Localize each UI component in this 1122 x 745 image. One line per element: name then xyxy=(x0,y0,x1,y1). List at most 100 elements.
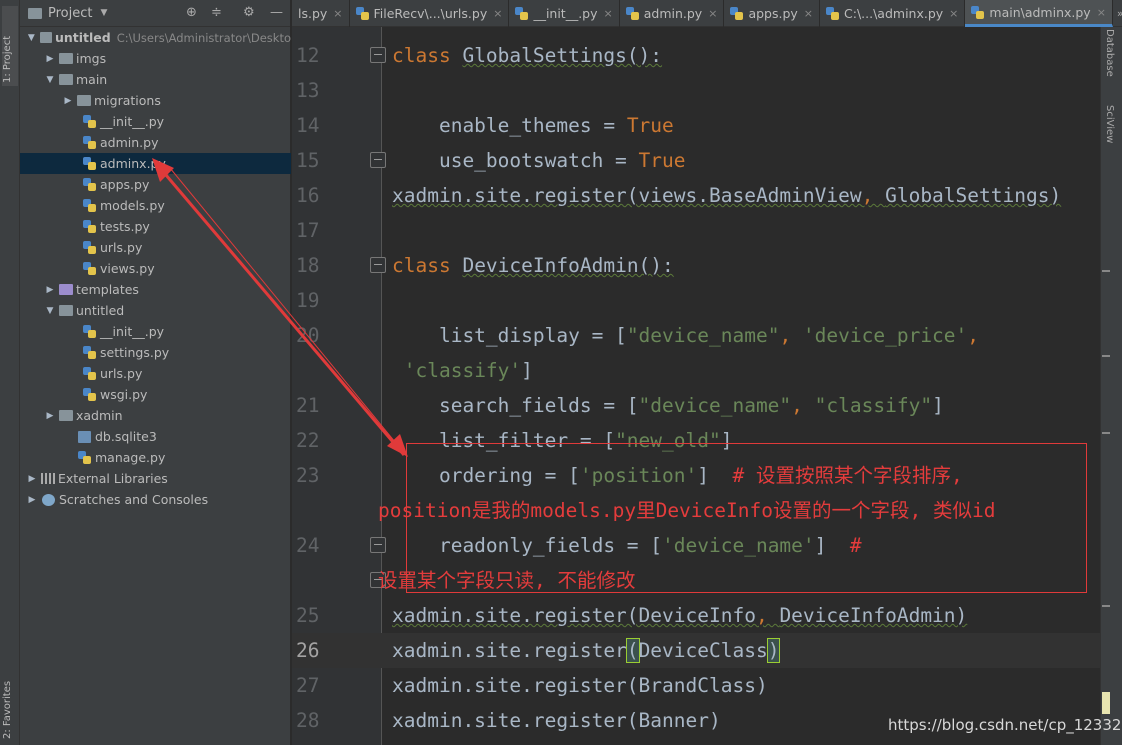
left-tool-strip: 1: Project 2: Favorites xyxy=(0,0,20,745)
code-line[interactable]: 16 xadmin.site.register(views.BaseAdminVi… xyxy=(292,178,1100,213)
tree-item[interactable]: ▼ main xyxy=(20,69,291,90)
tree-item[interactable]: ▶ migrations xyxy=(20,90,291,111)
code-line[interactable]: 15 use_bootswatch = True xyxy=(292,143,1100,178)
line-number: 14 xyxy=(296,114,320,137)
code-line[interactable]: 21 search_fields = ["device_name", "clas… xyxy=(292,388,1100,423)
code-line[interactable]: position是我的models.py里DeviceInfo设置的一个字段, … xyxy=(292,493,1100,528)
editor-tab[interactable]: admin.py × xyxy=(620,0,725,27)
code-line[interactable]: 18 class DeviceInfoAdmin(): xyxy=(292,248,1100,283)
tree-item[interactable]: urls.py xyxy=(20,363,291,384)
expanded-arrow-icon[interactable]: ▼ xyxy=(44,306,56,316)
project-panel-title[interactable]: Project xyxy=(48,6,92,21)
code-line[interactable]: 27 xadmin.site.register(BrandClass) xyxy=(292,668,1100,703)
code-line[interactable]: 23 ordering = ['position'] # 设置按照某个字段排序, xyxy=(292,458,1100,493)
fold-marker-icon[interactable] xyxy=(370,257,386,273)
close-tab-icon[interactable]: × xyxy=(708,7,717,20)
tree-item[interactable]: ▶ imgs xyxy=(20,48,291,69)
tree-item[interactable]: adminx.py xyxy=(20,153,291,174)
tree-item[interactable]: tests.py xyxy=(20,216,291,237)
tree-item[interactable]: views.py xyxy=(20,258,291,279)
tree-item-label: wsgi.py xyxy=(100,387,148,402)
code-line[interactable]: 'classify'] xyxy=(292,353,1100,388)
tree-item[interactable]: wsgi.py xyxy=(20,384,291,405)
python-file-icon xyxy=(83,367,96,380)
line-number: 16 xyxy=(296,184,320,207)
code-text: list_filter = ["new_old"] xyxy=(392,429,733,452)
gear-icon[interactable]: ⚙ xyxy=(243,5,255,20)
code-line[interactable]: 22 list_filter = ["new_old"] xyxy=(292,423,1100,458)
code-text: use_bootswatch = True xyxy=(392,149,686,172)
code-line[interactable]: 设置某个字段只读, 不能修改 xyxy=(292,563,1100,598)
code-line[interactable]: 17 xyxy=(292,213,1100,248)
editor-tab[interactable]: C:\...\adminx.py × xyxy=(820,0,966,27)
tree-item[interactable]: ▶ templates xyxy=(20,279,291,300)
code-line[interactable]: 13 xyxy=(292,73,1100,108)
expanded-arrow-icon[interactable]: ▼ xyxy=(26,33,37,43)
hide-panel-icon[interactable]: — xyxy=(270,5,283,20)
python-file-icon xyxy=(355,7,369,20)
fold-marker-icon[interactable] xyxy=(370,537,386,553)
editor-scrollbar[interactable] xyxy=(1100,27,1112,745)
tree-item[interactable]: ▼ untitled C:\Users\Administrator\Deskto xyxy=(20,27,291,48)
tree-item-label: models.py xyxy=(100,198,165,213)
code-line[interactable]: 24 readonly_fields = ['device_name'] # xyxy=(292,528,1100,563)
project-path: C:\Users\Administrator\Deskto xyxy=(116,30,291,45)
scrollbar-thumb[interactable] xyxy=(1102,692,1110,714)
locate-icon[interactable]: ⊕ xyxy=(186,5,197,20)
expanded-arrow-icon[interactable]: ▼ xyxy=(44,75,56,85)
code-line[interactable]: 25 xadmin.site.register(DeviceInfo, Devic… xyxy=(292,598,1100,633)
editor-tab[interactable]: __init__.py × xyxy=(509,0,620,27)
tree-item[interactable]: ▶ xadmin xyxy=(20,405,291,426)
editor-tab[interactable]: ls.py × xyxy=(292,0,350,27)
code-editor[interactable]: 12 class GlobalSettings(): 13 14 enable_the… xyxy=(292,27,1100,745)
collapsed-arrow-icon[interactable]: ▶ xyxy=(44,411,56,421)
tree-item[interactable]: ▼ untitled xyxy=(20,300,291,321)
collapsed-arrow-icon[interactable]: ▶ xyxy=(44,54,56,64)
tree-item[interactable]: settings.py xyxy=(20,342,291,363)
tree-item-label: views.py xyxy=(100,261,155,276)
close-tab-icon[interactable]: × xyxy=(604,7,613,20)
code-line[interactable]: 26 xadmin.site.register(DeviceClass) xyxy=(292,633,1100,668)
project-tool-tab[interactable]: 1: Project xyxy=(2,6,18,86)
tree-item[interactable]: ▶ Scratches and Consoles xyxy=(20,489,291,510)
close-tab-icon[interactable]: × xyxy=(493,7,502,20)
tree-item[interactable]: __init__.py xyxy=(20,321,291,342)
tree-item[interactable]: apps.py xyxy=(20,174,291,195)
close-tab-icon[interactable]: × xyxy=(804,7,813,20)
tree-item[interactable]: db.sqlite3 xyxy=(20,426,291,447)
tab-label: admin.py xyxy=(643,6,703,21)
collapsed-arrow-icon[interactable]: ▶ xyxy=(62,96,74,106)
tree-item[interactable]: ▶ External Libraries xyxy=(20,468,291,489)
close-tab-icon[interactable]: × xyxy=(949,7,958,20)
code-line[interactable]: 20 list_display = ["device_name", 'devic… xyxy=(292,318,1100,353)
fold-marker-icon[interactable] xyxy=(370,47,386,63)
editor-tab[interactable]: apps.py × xyxy=(724,0,821,27)
editor-tab[interactable]: main\adminx.py × xyxy=(965,0,1113,27)
tree-item[interactable]: manage.py xyxy=(20,447,291,468)
tree-item[interactable]: admin.py xyxy=(20,132,291,153)
fold-marker-icon[interactable] xyxy=(370,152,386,168)
close-tab-icon[interactable]: × xyxy=(333,7,342,20)
tree-item[interactable]: models.py xyxy=(20,195,291,216)
close-tab-icon[interactable]: × xyxy=(1097,6,1106,19)
code-line[interactable]: 12 class GlobalSettings(): xyxy=(292,38,1100,73)
code-text: enable_themes = True xyxy=(392,114,674,137)
tree-item-label: adminx.py xyxy=(100,156,166,171)
tabs-overflow-button[interactable]: »4 xyxy=(1113,0,1122,26)
favorites-tool-tab[interactable]: 2: Favorites xyxy=(2,669,18,739)
collapsed-arrow-icon[interactable]: ▶ xyxy=(44,285,56,295)
collapsed-arrow-icon[interactable]: ▶ xyxy=(26,474,38,484)
tab-label: C:\...\adminx.py xyxy=(844,6,944,21)
collapse-icon[interactable]: ≑ xyxy=(211,5,222,20)
tree-item[interactable]: urls.py xyxy=(20,237,291,258)
code-line[interactable]: 19 xyxy=(292,283,1100,318)
code-line[interactable]: 14 enable_themes = True xyxy=(292,108,1100,143)
collapsed-arrow-icon[interactable]: ▶ xyxy=(26,495,38,505)
dropdown-caret-icon[interactable]: ▼ xyxy=(100,8,107,18)
tree-item[interactable]: __init__.py xyxy=(20,111,291,132)
editor-tab[interactable]: FileRecv\...\urls.py × xyxy=(350,0,510,27)
line-number: 24 xyxy=(296,534,320,557)
python-file-icon xyxy=(78,451,91,464)
python-file-icon xyxy=(83,115,96,128)
code-text: xadmin.site.register(Banner) xyxy=(392,709,721,732)
